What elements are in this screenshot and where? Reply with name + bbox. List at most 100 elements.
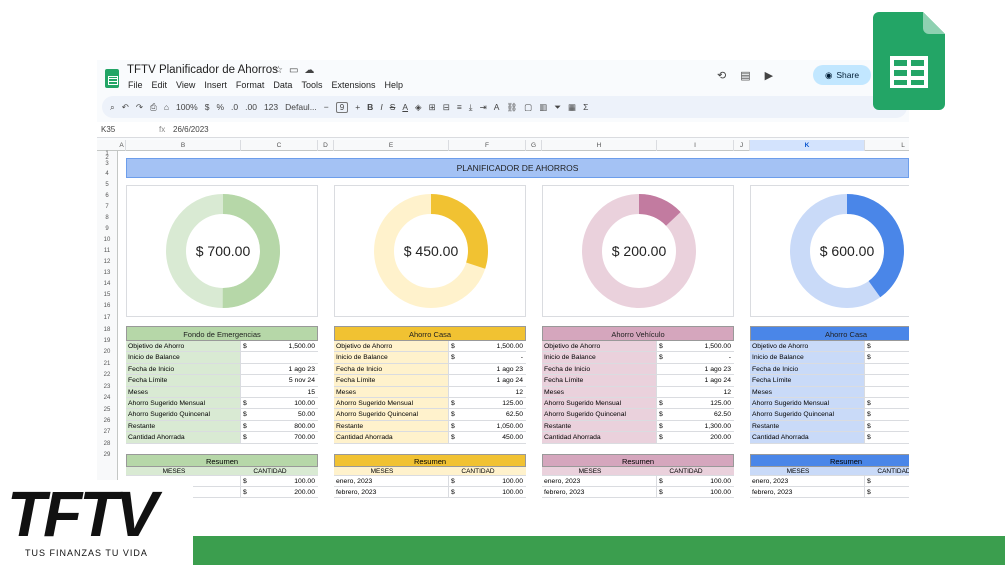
row-label[interactable]: Meses — [542, 386, 657, 397]
menu-item-extensions[interactable]: Extensions — [331, 80, 375, 90]
zoom-select[interactable]: 100% — [176, 102, 198, 112]
resumen-header[interactable]: Resumen — [126, 454, 318, 467]
column-header-c[interactable]: C — [241, 140, 318, 151]
percent-format-button[interactable]: % — [216, 102, 224, 112]
currency-symbol[interactable] — [657, 364, 665, 374]
currency-symbol[interactable] — [449, 364, 457, 374]
column-header-a[interactable]: A — [118, 140, 126, 151]
resumen-month[interactable]: febrero, 2023 — [750, 487, 865, 497]
column-header-b[interactable]: B — [126, 140, 241, 151]
resumen-month[interactable]: enero, 2023 — [542, 476, 657, 486]
savings-table-header[interactable]: Ahorro Casa — [334, 326, 526, 341]
row-header-17[interactable]: 17 — [97, 315, 117, 321]
row-header-11[interactable]: 11 — [97, 248, 117, 254]
row-value[interactable]: 62.50 — [457, 409, 526, 419]
column-header-h[interactable]: H — [542, 140, 657, 151]
currency-symbol[interactable]: $ — [865, 341, 873, 351]
sheet-grid[interactable]: ABCDEFGHIJKL 1 2 3 4 5 6 7 8 9 10 11 12 13 14 15 16 17 18… — [97, 140, 909, 500]
font-select[interactable]: Defaul... — [285, 102, 317, 112]
row-label[interactable]: Objetivo de Ahorro — [334, 341, 449, 352]
row-label[interactable]: Objetivo de Ahorro — [126, 341, 241, 352]
row-header-5[interactable]: 5 — [97, 182, 117, 188]
print-icon[interactable]: ⎙ — [150, 102, 157, 113]
row-label[interactable]: Inicio de Balance — [334, 352, 449, 363]
currency-symbol[interactable] — [449, 387, 457, 397]
redo-icon[interactable]: ↷ — [136, 102, 143, 113]
row-label[interactable]: Cantidad Ahorrada — [542, 432, 657, 443]
resumen-col-meses[interactable]: MESES — [750, 467, 846, 475]
row-label[interactable]: Meses — [126, 386, 241, 397]
strikethrough-icon[interactable]: S — [390, 102, 396, 112]
currency-symbol[interactable]: $ — [449, 352, 457, 362]
row-value[interactable]: 1,500.00 — [249, 341, 318, 351]
currency-symbol[interactable]: $ — [657, 409, 665, 419]
menu-item-insert[interactable]: Insert — [204, 80, 227, 90]
row-label[interactable]: Cantidad Ahorrada — [750, 432, 865, 443]
row-label[interactable]: Fecha de Inicio — [126, 363, 241, 375]
name-box[interactable]: K35 — [101, 125, 115, 134]
row-label[interactable]: Inicio de Balance — [750, 352, 865, 363]
row-label[interactable]: Fecha de Inicio — [750, 363, 865, 375]
row-value[interactable]: 1,300.00 — [665, 421, 734, 431]
menu-item-help[interactable]: Help — [384, 80, 403, 90]
menu-item-file[interactable]: File — [128, 80, 143, 90]
currency-symbol[interactable]: $ — [449, 421, 457, 431]
row-label[interactable]: Ahorro Sugerido Mensual — [334, 397, 449, 409]
font-size-increase-icon[interactable]: + — [355, 102, 360, 112]
currency-symbol[interactable] — [241, 375, 249, 385]
row-header-29[interactable]: 29 — [97, 452, 117, 458]
currency-symbol[interactable]: $ — [657, 352, 665, 362]
increase-decimal-button[interactable]: .00 — [245, 102, 257, 112]
resumen-amount[interactable] — [873, 476, 909, 486]
row-value[interactable]: 50.00 — [249, 409, 318, 419]
currency-format-button[interactable]: $ — [205, 102, 210, 112]
row-label[interactable]: Inicio de Balance — [542, 352, 657, 363]
resumen-header[interactable]: Resumen — [750, 454, 909, 467]
borders-icon[interactable]: ⊞ — [429, 102, 436, 113]
row-value[interactable] — [873, 409, 909, 419]
resumen-amount[interactable]: 100.00 — [249, 476, 318, 486]
row-value[interactable] — [873, 398, 909, 408]
star-icon[interactable]: ☆ — [274, 65, 289, 76]
row-value[interactable]: 200.00 — [665, 432, 734, 442]
formula-input[interactable]: 26/6/2023 — [173, 125, 209, 134]
resumen-month[interactable]: enero, 2023 — [334, 476, 449, 486]
currency-symbol[interactable]: $ — [657, 476, 665, 486]
currency-symbol[interactable]: $ — [657, 398, 665, 408]
row-value[interactable]: 1 ago 24 — [665, 375, 734, 385]
resumen-amount[interactable]: 100.00 — [665, 476, 734, 486]
row-header-14[interactable]: 14 — [97, 281, 117, 287]
row-header-13[interactable]: 13 — [97, 270, 117, 276]
column-header-i[interactable]: I — [657, 140, 734, 151]
row-header-15[interactable]: 15 — [97, 292, 117, 298]
currency-symbol[interactable]: $ — [865, 432, 873, 442]
row-label[interactable]: Fecha Límite — [126, 375, 241, 386]
row-header-9[interactable]: 9 — [97, 226, 117, 232]
comments-icon[interactable]: ▤ — [740, 69, 750, 82]
row-label[interactable]: Ahorro Sugerido Mensual — [750, 397, 865, 409]
resumen-col-meses[interactable]: MESES — [542, 467, 638, 475]
currency-symbol[interactable] — [657, 375, 665, 385]
savings-table-header[interactable]: Ahorro Vehículo — [542, 326, 734, 341]
row-value[interactable]: 1 ago 23 — [665, 364, 734, 374]
row-value[interactable]: - — [665, 352, 734, 362]
currency-symbol[interactable] — [865, 387, 873, 397]
row-header-22[interactable]: 22 — [97, 372, 117, 378]
column-header-e[interactable]: E — [334, 140, 449, 151]
row-label[interactable]: Meses — [750, 386, 865, 397]
history-icon[interactable]: ⟲ — [717, 69, 726, 82]
row-header-8[interactable]: 8 — [97, 215, 117, 221]
menu-item-data[interactable]: Data — [273, 80, 292, 90]
sheets-logo-icon[interactable] — [105, 69, 119, 88]
row-label[interactable]: Cantidad Ahorrada — [126, 432, 241, 443]
resumen-col-cantidad[interactable]: CANTIDAD — [222, 467, 318, 475]
row-header-10[interactable]: 10 — [97, 237, 117, 243]
row-label[interactable]: Objetivo de Ahorro — [750, 341, 865, 352]
column-header-g[interactable]: G — [526, 140, 542, 151]
row-value[interactable]: - — [457, 352, 526, 362]
row-label[interactable]: Fecha Límite — [750, 375, 865, 386]
more-formats-button[interactable]: 123 — [264, 102, 278, 112]
row-value[interactable] — [873, 432, 909, 442]
horizontal-align-icon[interactable]: ≡ — [457, 102, 462, 112]
row-value[interactable]: 700.00 — [249, 432, 318, 442]
